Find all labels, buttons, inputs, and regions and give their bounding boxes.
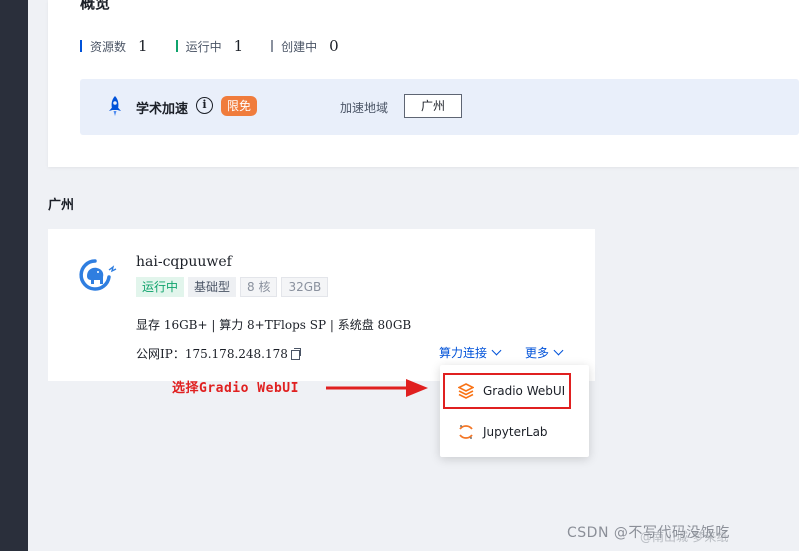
ip-value: 175.178.248.178: [184, 346, 288, 361]
menu-item-label: JupyterLab: [483, 425, 548, 439]
jupyter-icon: [459, 425, 473, 439]
stat-resources: 资源数 1: [80, 37, 148, 55]
free-badge: 限免: [221, 96, 258, 116]
compute-connect-label: 算力连接: [439, 346, 488, 360]
cores-badge: 8 核: [240, 277, 278, 297]
overview-stats: 资源数 1 运行中 1 创建中 0: [80, 36, 367, 56]
instance-card: hai-cqpuuwef 运行中 基础型 8 核 32GB 显存 16GB+ |…: [48, 229, 595, 381]
instance-specs: 显存 16GB+ | 算力 8+TFlops SP | 系统盘 80GB: [136, 318, 412, 332]
status-badge: 运行中: [136, 277, 185, 297]
left-nav-rail: [0, 0, 28, 551]
stat-creating: 创建中 0: [271, 37, 339, 55]
accel-title: 学术加速: [136, 102, 189, 117]
stat-value: 0: [329, 37, 339, 55]
instance-tags: 运行中 基础型 8 核 32GB: [136, 277, 329, 297]
stat-running: 运行中 1: [175, 37, 244, 55]
elephant-logo-icon: [79, 259, 117, 291]
more-label: 更多: [525, 346, 550, 360]
overview-title: 概览: [80, 0, 111, 12]
watermark-shadow: @南山城-梦来纸: [640, 530, 729, 544]
annotation-text: 选择Gradio WebUI: [172, 381, 299, 396]
stat-label: 创建中: [281, 39, 318, 54]
stat-value: 1: [138, 37, 148, 55]
stat-value: 1: [233, 37, 244, 55]
chevron-down-icon: [491, 345, 502, 356]
stat-bar: [80, 40, 82, 52]
copy-icon[interactable]: [290, 348, 301, 360]
compute-connect-button[interactable]: 算力连接: [439, 344, 502, 361]
menu-item-jupyterlab[interactable]: JupyterLab: [440, 415, 589, 449]
academic-accel-banner: 学术加速 i 限免 加速地域 广州: [80, 79, 799, 135]
stat-label: 运行中: [185, 39, 222, 54]
memory-badge: 32GB: [281, 277, 329, 297]
region-label: 加速地域: [340, 101, 389, 115]
type-badge: 基础型: [188, 277, 237, 297]
stat-bar: [271, 40, 274, 52]
region-select[interactable]: 广州: [404, 94, 462, 118]
region-section-title: 广州: [48, 198, 75, 213]
public-ip-row: 公网IP： 175.178.248.178: [136, 345, 301, 362]
instance-name[interactable]: hai-cqpuuwef: [136, 254, 232, 270]
stat-bar: [175, 40, 178, 52]
chevron-down-icon: [553, 345, 564, 356]
more-button[interactable]: 更多: [525, 344, 564, 361]
info-icon[interactable]: i: [196, 97, 213, 114]
stat-label: 资源数: [90, 39, 127, 54]
annotation-highlight-box: [443, 373, 571, 409]
rocket-icon: [109, 96, 121, 116]
annotation-arrow: [326, 379, 428, 397]
ip-label: 公网IP：: [136, 347, 185, 361]
